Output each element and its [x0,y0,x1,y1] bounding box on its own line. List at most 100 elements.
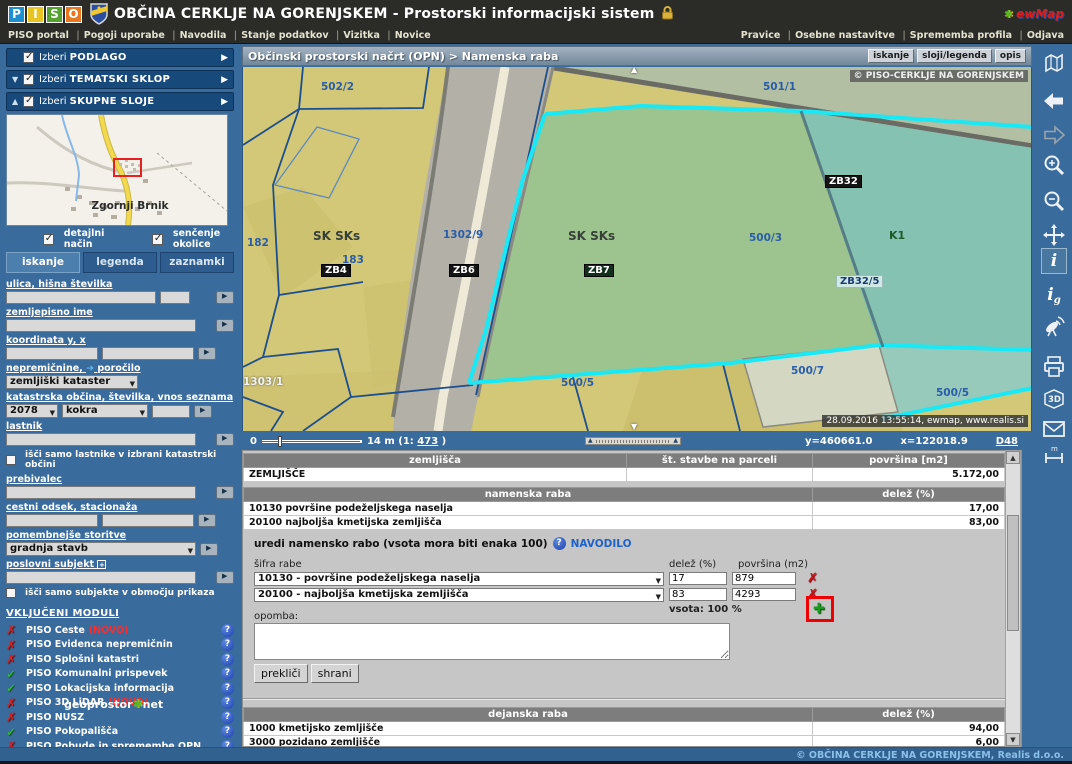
scrollbar-thumb[interactable] [1007,515,1019,631]
parcel-number-input[interactable] [152,405,190,418]
map-toolbar-button[interactable]: iskanje [868,49,914,63]
shading-checkbox[interactable] [152,234,163,245]
module-row[interactable]: ✓ PISO Pokopališča ? [6,725,234,740]
services-select[interactable]: gradnja stavb [6,542,196,556]
report-link[interactable]: poročilo [97,363,140,374]
note-textarea[interactable] [254,623,730,660]
section-checkbox[interactable] [23,74,34,85]
map-canvas[interactable]: 502/2501/1182SK SKs183ZB41302/9ZB6SK SKs… [242,67,1032,431]
area-input[interactable] [732,588,796,601]
module-name[interactable]: PISO Komunalni prispevek [26,668,167,679]
menu-item[interactable]: Navodila [180,30,242,41]
delete-row-icon[interactable]: ✗ [807,587,818,602]
ko-name-select[interactable]: kokra [62,404,148,418]
module-name[interactable]: PISO Evidenca nepremičnin [26,639,173,650]
identify-icon[interactable]: i [1041,248,1067,274]
section-checkbox[interactable] [23,52,34,63]
menu-item[interactable]: Pravice [741,30,795,41]
station-input[interactable] [102,514,194,527]
house-number-input[interactable] [160,291,190,304]
resident-search-button[interactable] [216,486,234,499]
module-help-icon[interactable]: ? [221,696,234,709]
scroll-up-icon[interactable]: ▲ [1006,451,1020,464]
detail-mode-checkbox[interactable] [43,234,54,245]
mail-icon[interactable] [1041,416,1067,442]
collapse-toggle-icon[interactable]: ▼ [12,75,23,84]
coord-y-input[interactable] [6,347,98,360]
owner-input[interactable] [6,433,196,446]
menu-item[interactable]: Novice [395,30,431,41]
module-name[interactable]: PISO NUSZ [26,712,84,723]
menu-item[interactable]: Odjava [1027,30,1064,41]
map-toolbar-button[interactable]: sloji/legenda [917,49,992,63]
menu-item[interactable]: PISO portal [8,30,84,41]
owner-search-button[interactable] [216,433,234,446]
pan-icon[interactable] [1041,222,1067,248]
chevron-right-icon[interactable]: ▶ [221,53,228,63]
overview-minimap[interactable]: Zgornji Brnik [6,114,228,226]
piso-logo[interactable]: PISO [8,6,82,23]
navodilo-link[interactable]: NAVODILO [571,538,632,550]
collapse-down-icon[interactable]: ▼ [631,422,637,431]
street-input[interactable] [6,291,156,304]
scalebar-handle[interactable] [278,436,282,447]
plus-box-icon[interactable]: + [97,560,106,569]
tab-iskanje[interactable]: iskanje [6,252,80,273]
map-toolbar-button[interactable]: opis [995,49,1026,63]
chevron-right-icon[interactable]: ▶ [221,75,228,85]
cadastre-select[interactable]: zemljiški kataster [6,375,138,389]
save-button[interactable]: shrani [311,664,359,683]
menu-item[interactable]: Pogoji uporabe [84,30,180,41]
measure-icon[interactable]: m [1041,442,1067,468]
menu-item[interactable]: Osebne nastavitve [795,30,910,41]
module-name[interactable]: PISO Lokacijska informacija [26,683,174,694]
use-code-select[interactable]: 10130 - površine podeželjskega naselja [254,572,664,586]
help-icon[interactable]: ? [553,537,566,550]
panel-scrollbar[interactable]: ▲ ▼ [1005,450,1021,747]
add-row-icon[interactable]: ✚ [813,601,825,617]
module-help-icon[interactable]: ? [221,711,234,724]
street-search-button[interactable] [216,291,234,304]
full-extent-icon[interactable] [1041,50,1067,76]
scale-link[interactable]: 473 [417,436,438,447]
module-name[interactable]: PISO Splošni katastri [26,654,139,665]
print-icon[interactable] [1041,354,1067,380]
identify-group-icon[interactable]: ig [1041,282,1067,308]
coord-x-input[interactable] [102,347,194,360]
placename-search-button[interactable] [216,319,234,332]
chevron-right-icon[interactable]: ▶ [221,97,228,107]
road-search-button[interactable] [198,514,216,527]
module-help-icon[interactable]: ? [221,624,234,637]
ko-number-select[interactable]: 2078 [6,404,58,418]
modules-title[interactable]: VKLJUČENI MODULI [6,608,234,619]
scroll-down-icon[interactable]: ▼ [1006,733,1020,746]
module-name[interactable]: PISO Pokopališča [26,726,118,737]
module-help-icon[interactable]: ? [221,667,234,680]
module-row[interactable]: ✓ PISO Lokacijska informacija ? [6,681,234,696]
menu-item[interactable]: Stanje podatkov [241,30,343,41]
collapse-up-icon[interactable]: ▲ [631,67,637,74]
owners-in-ko-checkbox[interactable] [6,455,16,465]
business-input[interactable] [6,571,196,584]
module-row[interactable]: ✗ PISO Evidenca nepremičnin ? [6,638,234,653]
module-help-icon[interactable]: ? [221,653,234,666]
module-help-icon[interactable]: ? [221,638,234,651]
parcel-search-button[interactable] [194,405,212,418]
module-row[interactable]: ✗ PISO Splošni katastri ? [6,652,234,667]
forward-arrow-icon[interactable] [1041,122,1067,148]
menu-item[interactable]: Sprememba profila [910,30,1027,41]
layer-section-header[interactable]: ▲ Izberi SKUPNE SLOJE ▶ [6,92,234,111]
gps-satellite-icon[interactable] [1041,314,1067,340]
tab-legenda[interactable]: legenda [83,252,157,273]
module-row[interactable]: ✗ PISO NUSZ ? [6,710,234,725]
subjects-in-view-checkbox[interactable] [6,588,16,598]
view-3d-icon[interactable]: 3D [1041,386,1067,412]
zoom-in-icon[interactable] [1041,152,1067,178]
collapse-toggle-icon[interactable]: ▲ [12,97,23,106]
services-search-button[interactable] [200,543,218,556]
share-input[interactable] [669,588,727,601]
geoprostor-logo[interactable]: geoprostor✱net [64,697,163,711]
back-arrow-icon[interactable] [1041,88,1067,114]
zoom-out-icon[interactable] [1041,188,1067,214]
delete-row-icon[interactable]: ✗ [807,571,818,586]
